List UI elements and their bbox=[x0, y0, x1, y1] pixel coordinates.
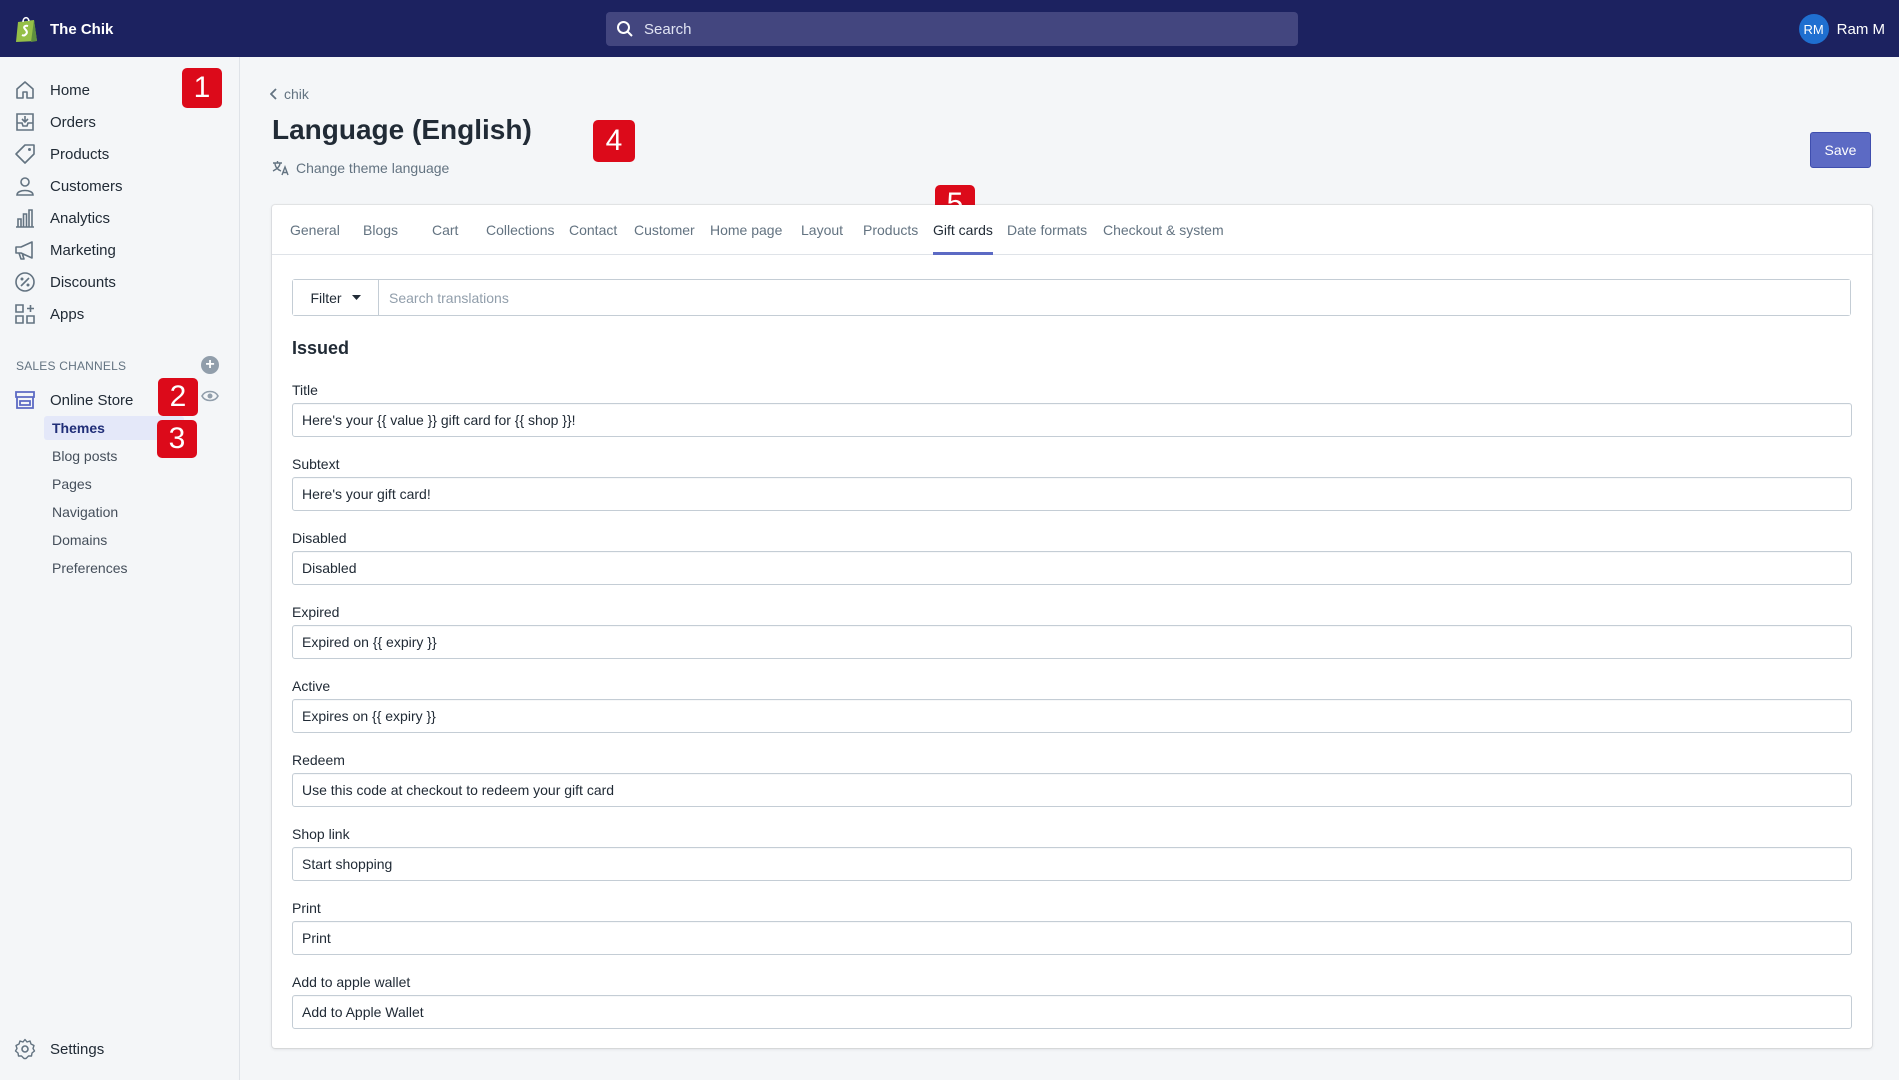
tab-customer[interactable]: Customer bbox=[634, 222, 695, 255]
sidebar-item-label: Products bbox=[50, 145, 110, 163]
subtext-field[interactable] bbox=[292, 477, 1852, 511]
tab-gift-cards[interactable]: Gift cards bbox=[933, 222, 993, 255]
shop-link-field[interactable] bbox=[292, 847, 1852, 881]
filter-label: Filter bbox=[310, 289, 342, 306]
sidebar-item-settings[interactable]: Settings bbox=[14, 1037, 104, 1061]
sidebar-item-products[interactable]: Products bbox=[14, 142, 109, 166]
page-title: Language (English) bbox=[272, 114, 532, 145]
tab-home-page[interactable]: Home page bbox=[710, 222, 782, 255]
chevron-left-icon bbox=[270, 88, 277, 100]
field-label-disabled: Disabled bbox=[292, 530, 347, 546]
sidebar-item-label: Marketing bbox=[50, 241, 116, 259]
sidebar-item-label: Discounts bbox=[50, 273, 116, 291]
shopify-bag-icon bbox=[16, 16, 37, 42]
sidebar-subitem-pages[interactable]: Pages bbox=[52, 476, 92, 492]
translations-card: General Blogs Cart Collections Contact C… bbox=[272, 205, 1872, 1048]
sidebar-item-label: Settings bbox=[50, 1040, 105, 1058]
sales-channels-heading: SALES CHANNELS bbox=[16, 359, 127, 373]
filter-button[interactable]: Filter bbox=[293, 280, 379, 315]
tab-layout[interactable]: Layout bbox=[801, 222, 843, 255]
step-badge-1: 1 bbox=[182, 68, 222, 108]
sidebar-subitem-preferences[interactable]: Preferences bbox=[52, 560, 127, 576]
apps-icon bbox=[15, 304, 35, 324]
step-badge-2: 2 bbox=[158, 378, 198, 416]
sidebar-subitem-blog-posts[interactable]: Blog posts bbox=[52, 448, 117, 464]
user-name: Ram M bbox=[1836, 20, 1885, 38]
gear-icon bbox=[14, 1038, 36, 1060]
orders-icon bbox=[16, 113, 34, 131]
field-label-expired: Expired bbox=[292, 604, 340, 620]
store-name: The Chik bbox=[50, 20, 114, 38]
sidebar-item-online-store[interactable]: Online Store bbox=[14, 388, 133, 412]
tab-contact[interactable]: Contact bbox=[569, 222, 617, 255]
field-label-add-to-apple-wallet: Add to apple wallet bbox=[292, 974, 411, 990]
user-menu[interactable]: RM Ram M bbox=[1798, 14, 1885, 44]
redeem-field[interactable] bbox=[292, 773, 1852, 807]
change-theme-language-link[interactable]: Change theme language bbox=[272, 160, 449, 176]
step-badge-3: 3 bbox=[157, 420, 197, 458]
search-input[interactable] bbox=[644, 20, 1244, 38]
expired-field[interactable] bbox=[292, 625, 1852, 659]
tab-general[interactable]: General bbox=[290, 222, 340, 255]
field-label-active: Active bbox=[292, 678, 331, 694]
avatar: RM bbox=[1798, 14, 1829, 44]
home-icon bbox=[16, 81, 34, 99]
person-icon bbox=[16, 177, 34, 196]
field-label-title: Title bbox=[292, 382, 318, 398]
section-title: Issued bbox=[292, 338, 350, 358]
sidebar-item-orders[interactable]: Orders bbox=[14, 110, 96, 134]
sidebar-subitem-domains[interactable]: Domains bbox=[52, 532, 107, 548]
megaphone-icon bbox=[15, 241, 33, 260]
field-label-shop-link: Shop link bbox=[292, 826, 350, 842]
breadcrumb-label: chik bbox=[284, 86, 309, 102]
tab-blogs[interactable]: Blogs bbox=[363, 222, 398, 255]
sidebar-item-label: Home bbox=[50, 81, 91, 99]
sidebar-item-label: Analytics bbox=[50, 209, 111, 227]
caret-down-icon bbox=[351, 294, 361, 300]
bar-chart-icon bbox=[16, 209, 34, 228]
print-field[interactable] bbox=[292, 921, 1852, 955]
title-field[interactable] bbox=[292, 403, 1852, 437]
search-translations-input[interactable] bbox=[379, 280, 1850, 315]
sidebar-item-home[interactable]: Home bbox=[14, 78, 90, 102]
search-icon bbox=[617, 21, 633, 37]
change-language-label: Change theme language bbox=[296, 160, 450, 176]
field-label-redeem: Redeem bbox=[292, 752, 345, 768]
tab-cart[interactable]: Cart bbox=[432, 222, 458, 255]
sidebar-item-label: Customers bbox=[50, 177, 123, 195]
top-bar: The Chik RM Ram M bbox=[0, 0, 1899, 57]
discount-icon bbox=[15, 272, 35, 292]
sidebar-item-label: Orders bbox=[50, 113, 96, 131]
global-search[interactable] bbox=[606, 12, 1298, 46]
step-badge-4: 4 bbox=[593, 120, 635, 162]
breadcrumb[interactable]: chik bbox=[270, 86, 309, 102]
save-button[interactable]: Save bbox=[1810, 132, 1871, 168]
tab-bar: General Blogs Cart Collections Contact C… bbox=[272, 205, 1872, 255]
sidebar-item-discounts[interactable]: Discounts bbox=[14, 270, 116, 294]
tab-checkout-system[interactable]: Checkout & system bbox=[1103, 222, 1224, 255]
tab-date-formats[interactable]: Date formats bbox=[1007, 222, 1087, 255]
tag-icon bbox=[15, 144, 35, 164]
sidebar-item-customers[interactable]: Customers bbox=[14, 174, 123, 198]
eye-icon[interactable] bbox=[201, 389, 219, 403]
sidebar-item-label: Apps bbox=[50, 305, 85, 323]
sidebar-subitem-navigation[interactable]: Navigation bbox=[52, 504, 118, 520]
filter-bar: Filter bbox=[292, 279, 1851, 316]
store-icon bbox=[15, 391, 35, 409]
add-channel-icon[interactable]: + bbox=[201, 356, 219, 374]
translate-icon bbox=[272, 161, 289, 176]
store-brand[interactable]: The Chik bbox=[14, 14, 113, 44]
add-to-apple-wallet-field[interactable] bbox=[292, 995, 1852, 1029]
field-label-subtext: Subtext bbox=[292, 456, 340, 472]
field-label-print: Print bbox=[292, 900, 321, 916]
sidebar-item-marketing[interactable]: Marketing bbox=[14, 238, 116, 262]
active-field[interactable] bbox=[292, 699, 1852, 733]
sidebar-item-analytics[interactable]: Analytics bbox=[14, 206, 110, 230]
disabled-field[interactable] bbox=[292, 551, 1852, 585]
tab-products[interactable]: Products bbox=[863, 222, 918, 255]
sidebar-item-apps[interactable]: Apps bbox=[14, 302, 84, 326]
sidebar-item-label: Online Store bbox=[50, 391, 134, 409]
tab-collections[interactable]: Collections bbox=[486, 222, 554, 255]
